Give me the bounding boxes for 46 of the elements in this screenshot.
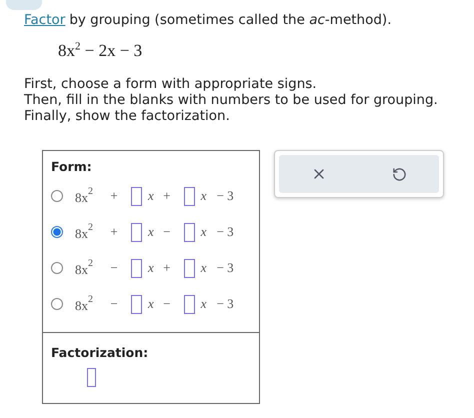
- instruction-text: Finally, show the factorization.: [24, 108, 231, 124]
- variable: x: [148, 260, 154, 276]
- blank-field[interactable]: [131, 294, 142, 314]
- blank-field[interactable]: [131, 222, 142, 242]
- variable: x: [200, 188, 207, 204]
- blank-field[interactable]: [184, 186, 195, 206]
- variable: x: [148, 188, 154, 204]
- sign: −: [109, 296, 119, 312]
- term: 8x$^{2}$: [75, 221, 94, 243]
- sign: +: [109, 188, 119, 204]
- variable: x: [200, 224, 207, 240]
- variable: x: [200, 296, 207, 312]
- variable: x: [200, 260, 207, 276]
- sign: +: [162, 188, 172, 204]
- radio-button[interactable]: [51, 262, 63, 274]
- blank-field[interactable]: [184, 258, 195, 278]
- sign: −: [109, 260, 119, 276]
- constant: − 3: [216, 296, 234, 312]
- radio-button[interactable]: [51, 226, 63, 238]
- sign: +: [162, 260, 172, 276]
- sign: −: [162, 224, 172, 240]
- term: 8x$^{2}$: [75, 257, 94, 279]
- term: 8x$^{2}$: [75, 185, 94, 207]
- radio-button[interactable]: [51, 298, 63, 310]
- constant: − 3: [216, 260, 234, 276]
- undo-icon: [392, 166, 407, 182]
- variable: x: [148, 296, 154, 312]
- expression: 8x$^{2}$ − 2x − 3: [58, 40, 144, 62]
- blank-field[interactable]: [131, 258, 142, 278]
- blank-field[interactable]: [131, 186, 142, 206]
- answer-field[interactable]: [87, 368, 96, 387]
- instruction-text: First, choose a form with appropriate signs.: [24, 76, 318, 92]
- form-label: Form:: [51, 159, 93, 174]
- intro-text: Factor by grouping (sometimes called the ac-method).: [24, 12, 392, 28]
- constant: − 3: [216, 188, 234, 204]
- variable: x: [148, 224, 154, 240]
- blank-field[interactable]: [184, 294, 195, 314]
- constant: − 3: [216, 224, 234, 240]
- factorization-label: Factorization:: [51, 345, 150, 360]
- blank-field[interactable]: [184, 222, 195, 242]
- radio-button[interactable]: [51, 190, 63, 202]
- factor-link[interactable]: Factor: [24, 12, 66, 28]
- term: 8x$^{2}$: [75, 293, 94, 315]
- sign: +: [109, 224, 119, 240]
- instruction-text: Then, fill in the blanks with numbers to be used for grouping.: [24, 92, 439, 108]
- sign: −: [162, 296, 172, 312]
